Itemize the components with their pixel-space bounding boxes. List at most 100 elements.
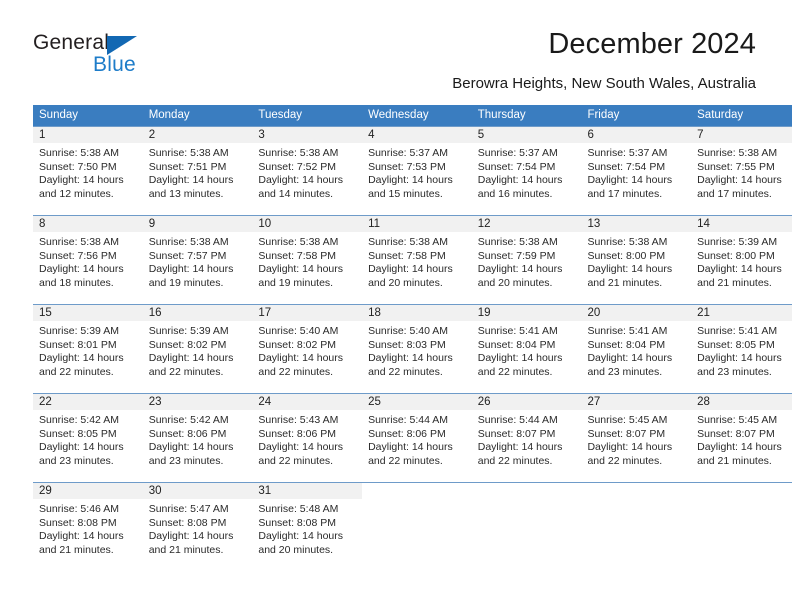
day-cell[interactable]: 10 Sunrise: 5:38 AM Sunset: 7:58 PM Dayl… [252,215,363,305]
day-cell-empty [691,482,792,572]
day-cell[interactable]: 31 Sunrise: 5:48 AM Sunset: 8:08 PM Dayl… [252,482,363,572]
day-cell[interactable]: 1 Sunrise: 5:38 AM Sunset: 7:50 PM Dayli… [33,126,143,216]
day-cell[interactable]: 8 Sunrise: 5:38 AM Sunset: 7:56 PM Dayli… [33,215,143,305]
daylight-text-line2: and 22 minutes. [368,454,443,467]
day-cell[interactable]: 22 Sunrise: 5:42 AM Sunset: 8:05 PM Dayl… [33,393,143,483]
sunset-text: Sunset: 8:04 PM [587,338,666,351]
daylight-text-line2: and 22 minutes. [477,454,553,467]
day-cell[interactable]: 3 Sunrise: 5:38 AM Sunset: 7:52 PM Dayli… [252,126,363,216]
day-info: Sunrise: 5:38 AM Sunset: 7:51 PM Dayligh… [143,143,253,201]
weekday-header-thursday: Thursday [471,105,582,127]
day-cell-empty [362,482,472,572]
day-cell[interactable]: 18 Sunrise: 5:40 AM Sunset: 8:03 PM Dayl… [362,304,472,394]
day-cell[interactable]: 21 Sunrise: 5:41 AM Sunset: 8:05 PM Dayl… [691,304,792,394]
day-number: 18 [362,305,472,321]
sunset-text: Sunset: 8:06 PM [258,427,337,440]
sunrise-text: Sunrise: 5:38 AM [258,236,339,248]
day-number: 9 [142,216,253,232]
daylight-text-line2: and 19 minutes. [148,276,224,289]
daylight-text-line1: Daylight: 14 hours [368,441,453,454]
calendar-page: General Blue December 2024 Berowra Heigh… [0,0,792,612]
daylight-text-line1: Daylight: 14 hours [368,263,453,276]
day-number [691,483,792,499]
day-cell[interactable]: 28 Sunrise: 5:45 AM Sunset: 8:07 PM Dayl… [691,393,792,483]
day-cell[interactable]: 26 Sunrise: 5:44 AM Sunset: 8:07 PM Dayl… [471,393,582,483]
sunrise-text: Sunrise: 5:42 AM [148,414,229,426]
daylight-text-line1: Daylight: 14 hours [39,174,124,187]
sunrise-text: Sunrise: 5:38 AM [368,236,449,248]
day-cell[interactable]: 24 Sunrise: 5:43 AM Sunset: 8:06 PM Dayl… [252,393,363,483]
day-number: 23 [142,394,253,410]
day-info: Sunrise: 5:42 AM Sunset: 8:05 PM Dayligh… [33,410,143,468]
day-cell[interactable]: 25 Sunrise: 5:44 AM Sunset: 8:06 PM Dayl… [362,393,472,483]
day-cell[interactable]: 6 Sunrise: 5:37 AM Sunset: 7:54 PM Dayli… [581,126,692,216]
day-cell[interactable]: 15 Sunrise: 5:39 AM Sunset: 8:01 PM Dayl… [33,304,143,394]
day-cell[interactable]: 29 Sunrise: 5:46 AM Sunset: 8:08 PM Dayl… [33,482,143,572]
day-cell[interactable]: 27 Sunrise: 5:45 AM Sunset: 8:07 PM Dayl… [581,393,692,483]
day-number [472,483,582,499]
calendar-week-row: 29 Sunrise: 5:46 AM Sunset: 8:08 PM Dayl… [33,482,792,572]
day-info: Sunrise: 5:41 AM Sunset: 8:04 PM Dayligh… [581,321,691,379]
day-cell[interactable]: 5 Sunrise: 5:37 AM Sunset: 7:54 PM Dayli… [471,126,582,216]
sunrise-text: Sunrise: 5:37 AM [477,147,558,159]
day-cell[interactable]: 2 Sunrise: 5:38 AM Sunset: 7:51 PM Dayli… [142,126,253,216]
day-cell[interactable]: 16 Sunrise: 5:39 AM Sunset: 8:02 PM Dayl… [142,304,253,394]
day-cell[interactable]: 12 Sunrise: 5:38 AM Sunset: 7:59 PM Dayl… [471,215,582,305]
day-cell[interactable]: 9 Sunrise: 5:38 AM Sunset: 7:57 PM Dayli… [142,215,253,305]
day-number [362,483,472,499]
day-cell[interactable]: 11 Sunrise: 5:38 AM Sunset: 7:58 PM Dayl… [362,215,472,305]
day-cell[interactable]: 20 Sunrise: 5:41 AM Sunset: 8:04 PM Dayl… [581,304,692,394]
sunset-text: Sunset: 8:04 PM [477,338,556,351]
sunset-text: Sunset: 8:08 PM [39,516,117,529]
day-cell[interactable]: 13 Sunrise: 5:38 AM Sunset: 8:00 PM Dayl… [581,215,692,305]
weekday-header-wednesday: Wednesday [362,105,472,127]
weekday-header-sunday: Sunday [33,105,143,127]
sunset-text: Sunset: 8:08 PM [148,516,227,529]
daylight-text-line1: Daylight: 14 hours [258,263,344,276]
day-cell[interactable]: 19 Sunrise: 5:41 AM Sunset: 8:04 PM Dayl… [471,304,582,394]
daylight-text-line1: Daylight: 14 hours [587,352,673,365]
daylight-text-line1: Daylight: 14 hours [697,441,782,454]
day-info: Sunrise: 5:41 AM Sunset: 8:05 PM Dayligh… [691,321,792,379]
day-info: Sunrise: 5:37 AM Sunset: 7:54 PM Dayligh… [581,143,691,201]
sunset-text: Sunset: 7:53 PM [368,160,446,173]
day-info: Sunrise: 5:40 AM Sunset: 8:02 PM Dayligh… [252,321,362,379]
day-cell[interactable]: 23 Sunrise: 5:42 AM Sunset: 8:06 PM Dayl… [142,393,253,483]
day-cell[interactable]: 4 Sunrise: 5:37 AM Sunset: 7:53 PM Dayli… [362,126,472,216]
daylight-text-line1: Daylight: 14 hours [148,441,234,454]
sunset-text: Sunset: 7:59 PM [477,249,556,262]
day-info: Sunrise: 5:38 AM Sunset: 7:57 PM Dayligh… [143,232,253,290]
sunrise-text: Sunrise: 5:37 AM [587,147,668,159]
day-cell[interactable]: 7 Sunrise: 5:38 AM Sunset: 7:55 PM Dayli… [691,126,792,216]
daylight-text-line2: and 22 minutes. [587,454,663,467]
sunrise-text: Sunrise: 5:43 AM [258,414,339,426]
daylight-text-line2: and 20 minutes. [368,276,443,289]
day-info: Sunrise: 5:38 AM Sunset: 7:59 PM Dayligh… [472,232,582,290]
daylight-text-line2: and 22 minutes. [39,365,114,378]
day-info: Sunrise: 5:38 AM Sunset: 7:56 PM Dayligh… [33,232,143,290]
sunset-text: Sunset: 8:05 PM [39,427,117,440]
daylight-text-line2: and 14 minutes. [258,187,334,200]
sunrise-text: Sunrise: 5:40 AM [258,325,339,337]
daylight-text-line2: and 23 minutes. [697,365,772,378]
sunrise-text: Sunrise: 5:44 AM [477,414,558,426]
day-cell[interactable]: 14 Sunrise: 5:39 AM Sunset: 8:00 PM Dayl… [691,215,792,305]
day-cell[interactable]: 30 Sunrise: 5:47 AM Sunset: 8:08 PM Dayl… [142,482,253,572]
day-cell[interactable]: 17 Sunrise: 5:40 AM Sunset: 8:02 PM Dayl… [252,304,363,394]
calendar-week-row: 15 Sunrise: 5:39 AM Sunset: 8:01 PM Dayl… [33,304,792,394]
sunset-text: Sunset: 8:05 PM [697,338,775,351]
sunrise-text: Sunrise: 5:38 AM [697,147,778,159]
daylight-text-line1: Daylight: 14 hours [477,352,563,365]
day-number: 19 [471,305,582,321]
daylight-text-line2: and 16 minutes. [477,187,553,200]
day-info: Sunrise: 5:38 AM Sunset: 7:50 PM Dayligh… [33,143,143,201]
daylight-text-line1: Daylight: 14 hours [368,352,453,365]
day-number: 1 [33,127,143,143]
daylight-text-line2: and 23 minutes. [39,454,114,467]
calendar-header-row: Sunday Monday Tuesday Wednesday Thursday… [33,105,792,127]
sunrise-text: Sunrise: 5:40 AM [368,325,449,337]
calendar-week-row: 1 Sunrise: 5:38 AM Sunset: 7:50 PM Dayli… [33,126,792,216]
general-blue-logo[interactable]: General Blue [33,31,163,77]
daylight-text-line1: Daylight: 14 hours [477,174,563,187]
daylight-text-line2: and 19 minutes. [258,276,334,289]
